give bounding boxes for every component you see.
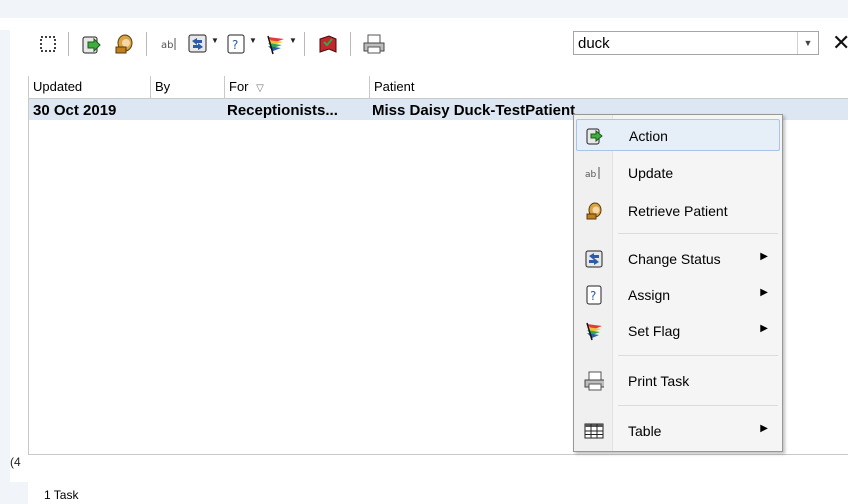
submenu-arrow-icon: ▶ bbox=[760, 323, 768, 334]
flag-icon[interactable] bbox=[264, 32, 288, 56]
menu-item-table[interactable]: Table ▶ bbox=[576, 415, 780, 447]
printer-icon[interactable] bbox=[362, 32, 386, 56]
toolbar-divider bbox=[350, 32, 351, 56]
menu-item-print-task[interactable]: Print Task bbox=[576, 365, 780, 397]
svg-text:ab: ab bbox=[161, 40, 173, 51]
action-arrow-icon bbox=[585, 126, 605, 146]
assign-icon[interactable]: ? bbox=[224, 32, 248, 56]
printer-icon bbox=[584, 371, 604, 391]
svg-text:ab: ab bbox=[585, 170, 597, 180]
menu-divider bbox=[618, 405, 778, 406]
context-menu: Action ab Update Retrieve Patient Change… bbox=[573, 114, 783, 452]
chevron-down-icon[interactable]: ▼ bbox=[249, 36, 257, 45]
chevron-down-icon[interactable]: ▼ bbox=[211, 36, 219, 45]
menu-item-assign[interactable]: ? Assign ▶ bbox=[576, 279, 780, 311]
retrieve-patient-icon[interactable] bbox=[112, 32, 136, 56]
table-icon bbox=[584, 421, 604, 441]
filter-icon[interactable]: ▽ bbox=[256, 83, 264, 94]
flag-icon bbox=[584, 321, 604, 341]
svg-text:?: ? bbox=[590, 289, 596, 303]
menu-divider bbox=[618, 355, 778, 356]
select-all-icon[interactable] bbox=[36, 32, 60, 56]
menu-item-change-status[interactable]: Change Status ▶ bbox=[576, 243, 780, 275]
search-field[interactable]: duck ▼ bbox=[573, 31, 819, 55]
toolbar-divider bbox=[68, 32, 69, 56]
column-header-patient[interactable]: Patient bbox=[370, 76, 848, 99]
menu-divider bbox=[618, 233, 778, 234]
chevron-down-icon[interactable]: ▼ bbox=[797, 32, 818, 54]
column-header-for[interactable]: For ▽ bbox=[225, 76, 370, 99]
text-edit-icon: ab bbox=[584, 163, 604, 183]
change-status-icon[interactable] bbox=[186, 32, 210, 56]
column-header-by[interactable]: By bbox=[151, 76, 225, 99]
submenu-arrow-icon: ▶ bbox=[760, 251, 768, 262]
left-panel-edge bbox=[0, 30, 10, 504]
chevron-down-icon[interactable]: ▼ bbox=[289, 36, 297, 45]
search-input[interactable]: duck bbox=[578, 35, 610, 52]
submenu-arrow-icon: ▶ bbox=[760, 423, 768, 434]
top-strip bbox=[0, 0, 848, 18]
close-icon[interactable]: ✕ bbox=[832, 30, 848, 56]
menu-item-set-flag[interactable]: Set Flag ▶ bbox=[576, 315, 780, 347]
assign-icon: ? bbox=[584, 285, 604, 305]
action-arrow-icon[interactable] bbox=[80, 32, 104, 56]
retrieve-patient-icon bbox=[584, 201, 604, 221]
cell-for: Receptionists... bbox=[227, 102, 338, 119]
task-count-status: 1 Task bbox=[44, 488, 79, 502]
toolbar-divider bbox=[146, 32, 147, 56]
menu-item-action[interactable]: Action bbox=[576, 119, 780, 151]
text-edit-icon[interactable]: ab bbox=[158, 32, 182, 56]
left-panel-label: (4 bbox=[10, 455, 21, 469]
column-header-updated[interactable]: Updated bbox=[29, 76, 151, 99]
book-icon[interactable] bbox=[316, 32, 340, 56]
menu-item-update[interactable]: ab Update bbox=[576, 157, 780, 189]
menu-item-retrieve-patient[interactable]: Retrieve Patient bbox=[576, 195, 780, 227]
left-panel-footer bbox=[0, 482, 28, 504]
svg-text:?: ? bbox=[232, 38, 238, 52]
submenu-arrow-icon: ▶ bbox=[760, 287, 768, 298]
cell-updated: 30 Oct 2019 bbox=[33, 102, 117, 119]
change-status-icon bbox=[584, 249, 604, 269]
toolbar-divider bbox=[304, 32, 305, 56]
cell-patient: Miss Daisy Duck-TestPatient bbox=[372, 102, 576, 119]
